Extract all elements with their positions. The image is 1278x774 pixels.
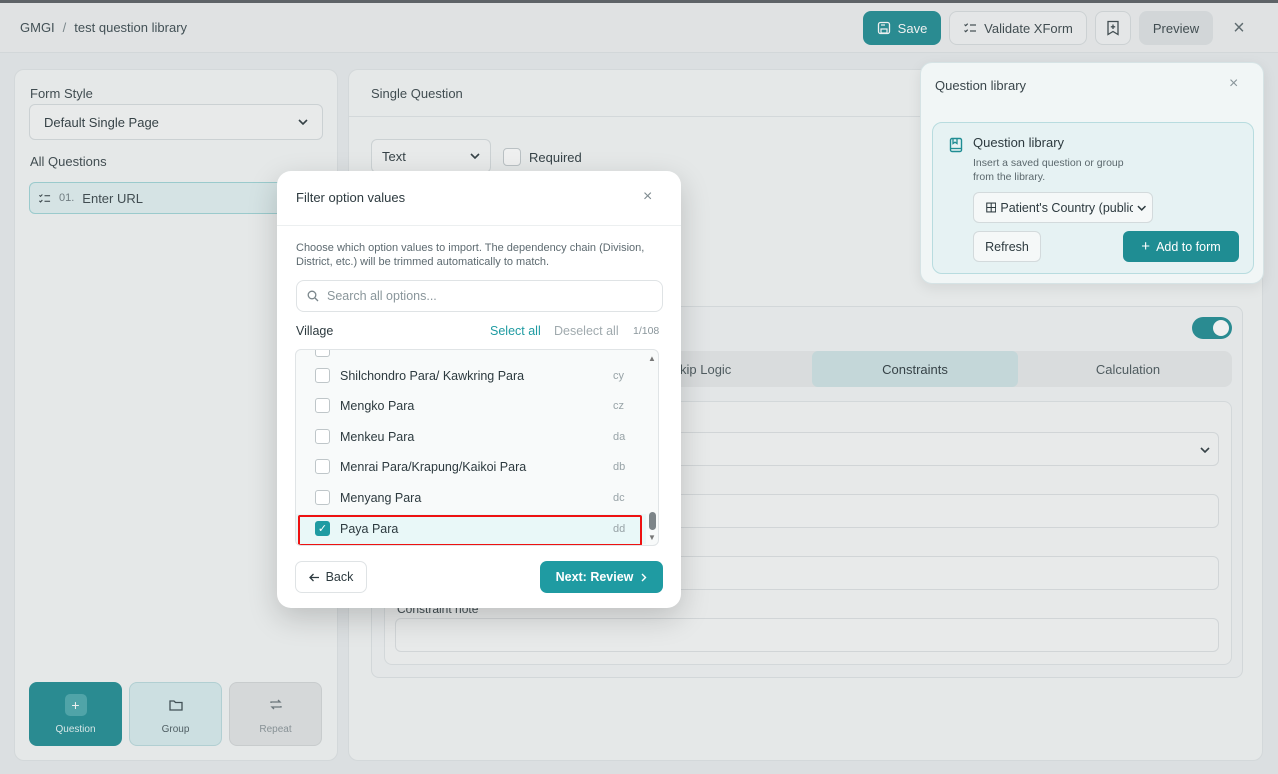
list-item[interactable]: Menyang Para dc [296,483,646,513]
option-code: da [613,431,626,443]
question-library-panel: Question library × Question library Inse… [920,62,1264,284]
list-item[interactable]: Mengko Para cz [296,391,646,421]
next-label: Next: Review [555,570,634,584]
search-icon [307,290,319,302]
scrollbar-thumb[interactable] [649,512,656,530]
modal-title: Filter option values [296,190,406,205]
chevron-down-icon [1136,205,1146,211]
option-code: cy [613,370,624,382]
plus-icon: + [1141,238,1151,255]
refresh-button[interactable]: Refresh [973,231,1041,262]
search-input[interactable] [327,289,647,303]
option-code: cz [613,400,624,412]
option-name: Shilchondro Para/ Kawkring Para [340,369,525,383]
book-icon [949,137,963,153]
list-item[interactable]: Menrai Para/Krapung/Kaikoi Para db [296,452,646,482]
grid-icon [986,202,997,213]
option-name: Menyang Para [340,491,422,505]
library-item-select[interactable]: Patient's Country (public) [973,192,1153,223]
deselect-all-link[interactable]: Deselect all [554,324,619,338]
checkbox[interactable] [315,368,330,383]
search-box[interactable] [296,280,663,312]
next-review-button[interactable]: Next: Review [540,561,663,593]
scroll-down-arrow-icon[interactable]: ▼ [648,533,656,542]
checkbox[interactable] [315,459,330,474]
back-button[interactable]: Back [295,561,367,593]
arrow-left-icon [308,573,319,581]
add-to-form-label: Add to form [1156,239,1221,254]
option-list[interactable]: Shilchondro Para/ Kawkring Para cy Mengk… [295,349,659,546]
close-icon[interactable]: × [643,188,652,206]
option-name: Mengko Para [340,399,415,413]
question-library-title: Question library [935,78,1027,93]
checkbox[interactable] [315,490,330,505]
list-label: Village [296,324,334,338]
list-item[interactable]: Shilchondro Para/ Kawkring Para cy [296,361,646,391]
modal-description: Choose which option values to import. Th… [296,242,645,268]
option-name: Menrai Para/Krapung/Kaikoi Para [340,460,527,474]
card-description: Insert a saved question or group from th… [973,157,1124,183]
checkbox[interactable] [315,429,330,444]
library-item-value: Patient's Country (public) [1000,200,1133,215]
back-label: Back [325,570,354,584]
scrollbar[interactable]: ▲ ▼ [646,350,658,545]
highlight-box [298,515,642,545]
close-icon[interactable]: × [1229,75,1238,93]
selection-count: 1/108 [633,325,660,337]
option-code: dc [613,492,625,504]
option-code: db [613,461,626,473]
list-header: Village Select all Deselect all 1/108 [296,324,661,340]
option-name: Menkeu Para [340,430,415,444]
add-to-form-button[interactable]: + Add to form [1123,231,1239,262]
question-library-card: Question library Insert a saved question… [932,122,1254,274]
divider [277,225,681,226]
checkbox[interactable] [315,350,330,357]
select-all-link[interactable]: Select all [490,324,541,338]
list-item[interactable]: Menkeu Para da [296,422,646,452]
filter-option-values-modal: Filter option values × Choose which opti… [277,171,681,608]
checkbox[interactable] [315,398,330,413]
card-title: Question library [973,135,1065,150]
chevron-right-icon [641,573,647,581]
scroll-up-arrow-icon[interactable]: ▲ [648,354,656,363]
